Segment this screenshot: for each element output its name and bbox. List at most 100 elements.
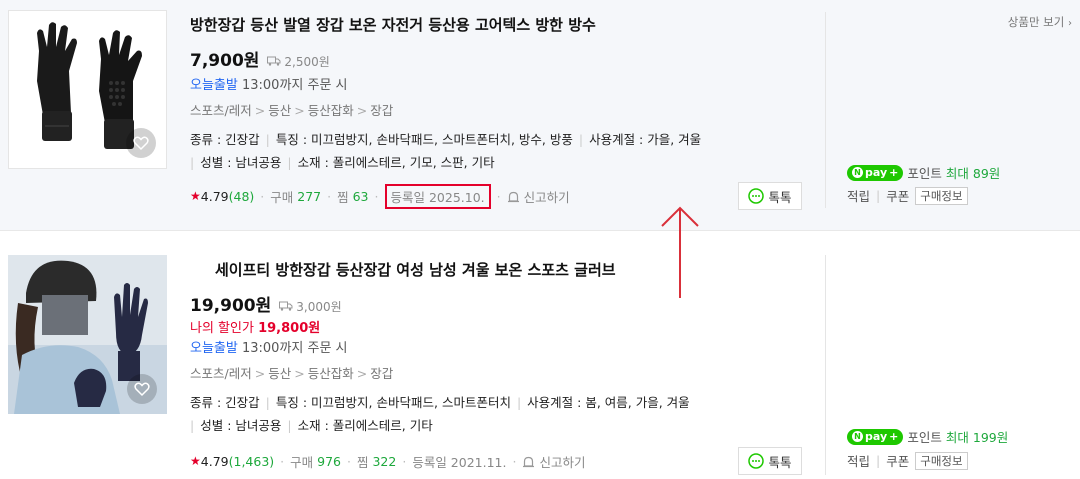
npay-plus-badge: N pay + [847,428,904,445]
npay-badge-text: pay [865,430,888,443]
purchase-count: 277 [297,188,322,204]
product-stats: ★ 4.79 (48) · 구매 277 · 찜 63 · 등록일 2025.1… [190,183,570,209]
discount-label: 나의 할인가 [190,321,254,336]
today-ship-badge: 오늘출발 [190,341,238,356]
purchase-info-button[interactable]: 구매정보 [915,186,968,205]
n-logo-icon: N [852,431,863,442]
spec-feature: 특징 : 미끄럼방지, 손바닥패드, 스마트폰터치 [275,395,511,410]
benefit-links: 적립 | 쿠폰 구매정보 [847,451,968,470]
product-info: 방한장갑 등산 발열 장갑 보온 자전거 등산용 고어텍스 방한 방수 7,90… [190,14,818,174]
product-card-1: 방한장갑 등산 발열 장갑 보온 자전거 등산용 고어텍스 방한 방수 7,90… [0,0,1080,230]
point-label: 포인트 [907,430,942,445]
category-3[interactable]: 등산잡화 [308,366,354,381]
spec-type: 종류 : 긴장갑 [190,132,260,147]
npay-badge-text: pay [865,166,888,179]
shipping-fee-value: 2,500원 [284,54,330,69]
spec-type: 종류 : 긴장갑 [190,395,260,410]
truck-icon [267,56,281,66]
shipping-fee-value: 3,000원 [296,299,342,314]
column-divider [825,255,826,475]
specs-line-2: | 성별 : 남녀공용 | 소재 : 폴리에스테르, 기타 [190,418,433,433]
shipping-fee: 2,500원 [267,53,330,70]
product-specs: 종류 : 긴장갑 | 특징 : 미끄럼방지, 손바닥패드, 스마트폰터치, 방수, … [190,128,818,174]
product-thumbnail[interactable] [8,10,167,169]
specs-line-1: 종류 : 긴장갑 | 특징 : 미끄럼방지, 손바닥패드, 스마트폰터치 | 사용계절 … [190,395,690,410]
discount-value: 19,800원 [258,321,321,336]
npay-point-info: N pay + 포인트 최대 199원 [847,427,1008,446]
spec-feature: 특징 : 미끄럼방지, 손바닥패드, 스마트폰터치, 방수, 방풍 [275,132,573,147]
rating-value: 4.79 [200,188,229,204]
talktalk-button[interactable]: 톡톡 [738,182,802,210]
coupon-link[interactable]: 쿠폰 [886,451,909,470]
product-thumbnail[interactable] [8,255,167,414]
specs-line-1: 종류 : 긴장갑 | 특징 : 미끄럼방지, 손바닥패드, 스마트폰터치, 방수, … [190,132,702,147]
category-2[interactable]: 등산 [268,366,291,381]
spec-gender: 성별 : 남녀공용 [200,155,282,170]
review-count[interactable]: (48) [229,189,255,204]
delivery-info: 오늘출발 13:00까지 주문 시 [190,337,818,356]
products-only-toggle[interactable]: 상품만 보기 › [1008,14,1072,30]
purchase-info-button[interactable]: 구매정보 [915,451,968,470]
n-logo-icon: N [852,167,863,178]
report-label: 신고하기 [523,189,570,205]
chevron-right-icon: › [1068,18,1072,29]
price-row: 19,900원 3,000원 [190,291,818,316]
heart-icon [134,382,150,397]
price-row: 7,900원 2,500원 [190,46,818,71]
product-title[interactable]: 방한장갑 등산 발열 장갑 보온 자전거 등산용 고어텍스 방한 방수 [190,14,818,36]
alarm-bell-icon [507,191,519,202]
spec-season: 사용계절 : 가을, 겨울 [589,132,702,147]
point-max-label: 최대 [945,430,969,445]
report-button[interactable]: 신고하기 [507,187,570,206]
save-link[interactable]: 적립 [847,186,870,205]
registered-date: 등록일 2025.10. [384,183,491,209]
report-label: 신고하기 [539,454,586,470]
wish-heart-button[interactable] [126,128,156,158]
registered-date: 등록일 2021.11. [412,454,507,470]
category-1[interactable]: 스포츠/레저 [190,103,252,118]
chat-bubble-icon [748,188,765,204]
my-discount-price: 나의 할인가 19,800원 [190,317,818,336]
wish-label: 찜 [356,454,369,470]
delivery-info: 오늘출발 13:00까지 주문 시 [190,74,818,93]
star-icon: ★ [190,454,201,468]
product-info: 세이프티 방한장갑 등산장갑 여성 남성 겨울 보온 스포츠 글러브 19,90… [190,259,818,437]
star-icon: ★ [190,189,201,203]
category-1[interactable]: 스포츠/레저 [190,366,252,381]
spec-gender: 성별 : 남녀공용 [200,418,282,433]
products-only-label: 상품만 보기 [1007,15,1065,29]
category-2[interactable]: 등산 [268,103,291,118]
point-value: 199원 [972,430,1009,445]
wish-heart-button[interactable] [127,374,157,404]
chat-bubble-icon [748,453,765,469]
shipping-fee: 3,000원 [279,298,342,315]
column-divider [825,12,826,208]
talk-label: 톡톡 [768,454,792,470]
save-link[interactable]: 적립 [847,451,870,470]
delivery-cutoff: 13:00까지 주문 시 [241,78,348,93]
product-price: 19,900원 [190,296,272,316]
coupon-link[interactable]: 쿠폰 [886,186,909,205]
breadcrumb: 스포츠/레저 > 등산 > 등산잡화 > 장갑 [190,103,394,118]
product-stats: ★ 4.79 (1,463) · 구매 976 · 찜 322 · 등록일 20… [190,452,586,471]
product-title[interactable]: 세이프티 방한장갑 등산장갑 여성 남성 겨울 보온 스포츠 글러브 [190,259,818,281]
breadcrumb: 스포츠/레저 > 등산 > 등산잡화 > 장갑 [190,366,394,381]
talk-label: 톡톡 [768,189,792,205]
alarm-bell-icon [523,456,535,467]
category-3[interactable]: 등산잡화 [308,103,354,118]
rating-value: 4.79 [200,453,229,469]
purchase-label: 구매 [290,454,314,470]
delivery-cutoff: 13:00까지 주문 시 [241,341,348,356]
product-price: 7,900원 [190,51,260,71]
specs-line-2: | 성별 : 남녀공용 | 소재 : 폴리에스테르, 기모, 스판, 기타 [190,155,495,170]
product-specs: 종류 : 긴장갑 | 특징 : 미끄럼방지, 손바닥패드, 스마트폰터치 | 사용계절 … [190,391,818,437]
purchase-count: 976 [317,453,341,469]
category-4[interactable]: 장갑 [370,103,393,118]
category-4[interactable]: 장갑 [370,366,393,381]
wish-count: 322 [372,453,397,469]
talktalk-button[interactable]: 톡톡 [738,447,802,475]
review-count[interactable]: (1,463) [229,454,275,469]
report-button[interactable]: 신고하기 [522,452,585,471]
today-ship-badge: 오늘출발 [190,78,238,93]
point-max-label: 최대 [945,166,969,181]
